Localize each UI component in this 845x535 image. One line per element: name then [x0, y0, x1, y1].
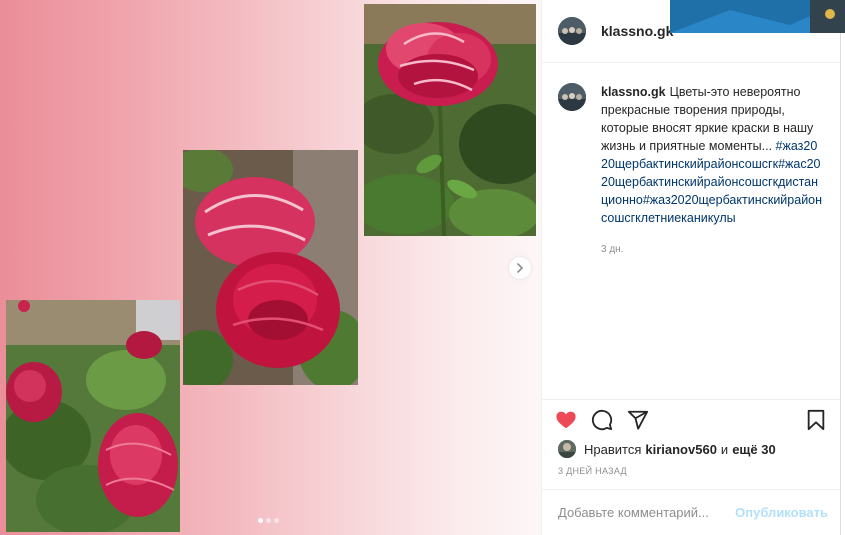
post-actions: [542, 399, 840, 439]
publish-button[interactable]: Опубликовать: [735, 505, 828, 520]
liker-username[interactable]: kirianov560: [645, 442, 717, 457]
caption-avatar[interactable]: [558, 83, 586, 111]
heart-icon: [556, 411, 576, 428]
author-username[interactable]: klassno.gk: [601, 23, 673, 39]
post-date[interactable]: 3 дней назад: [558, 466, 627, 476]
post-header: klassno.gk: [542, 0, 845, 63]
comment-button[interactable]: [590, 408, 614, 432]
like-button[interactable]: [554, 408, 578, 432]
caption: klassno.gk Цветы-это невероятно прекрасны…: [601, 83, 824, 399]
rose-photo-3: [6, 300, 180, 532]
likes-more-link[interactable]: ещё 30: [732, 442, 776, 457]
header-thumbnail: [670, 0, 845, 33]
carousel-indicator: [258, 518, 279, 523]
likes-summary: Нравится kirianov560 и ещё 30: [558, 440, 776, 458]
likes-prefix: Нравится: [584, 441, 642, 457]
post-media[interactable]: [0, 0, 541, 535]
caption-timestamp: 3 дн.: [601, 244, 624, 255]
likes-and: и: [720, 441, 729, 457]
carousel-next-button[interactable]: [509, 257, 531, 279]
caption-area: klassno.gk Цветы-это невероятно прекрасны…: [542, 63, 840, 399]
rose-photo-2: [183, 150, 358, 385]
chevron-right-icon: [517, 263, 523, 273]
share-icon: [627, 410, 649, 430]
carousel-dot-1: [258, 518, 263, 523]
save-button[interactable]: [804, 408, 828, 432]
avatar[interactable]: [558, 17, 586, 45]
comment-input[interactable]: [558, 505, 736, 520]
post-side-panel: klassno.gk klassno.gk Цветы-это невероятн…: [541, 0, 845, 535]
carousel-dot-2: [266, 518, 271, 523]
comment-bar: Опубликовать: [542, 489, 840, 535]
rose-photo-1: [364, 4, 536, 236]
caption-username[interactable]: klassno.gk: [601, 85, 666, 99]
share-button[interactable]: [626, 408, 650, 432]
liker-avatar[interactable]: [558, 440, 576, 458]
bookmark-icon: [807, 409, 825, 430]
carousel-dot-3: [274, 518, 279, 523]
comment-icon: [591, 409, 613, 430]
